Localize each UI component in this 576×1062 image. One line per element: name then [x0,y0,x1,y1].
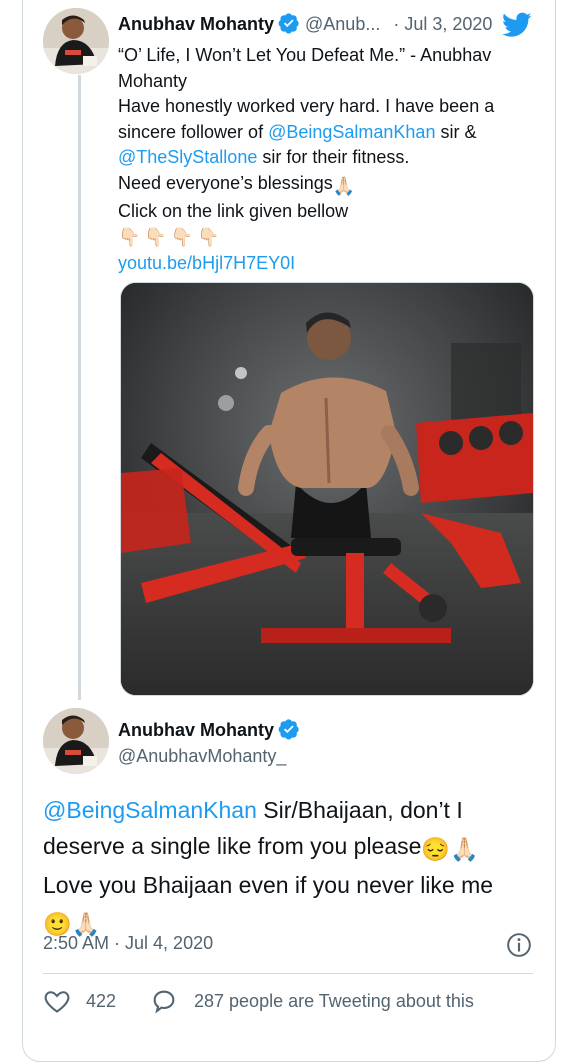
heart-icon[interactable] [43,987,71,1015]
gym-photo [121,283,533,695]
pointing-down-emojis: 👇🏻👇🏻👇🏻👇🏻 [118,226,224,247]
tweet-text-part: Need everyone’s blessings [118,172,333,193]
blessings-line: Need everyone’s blessings🙏🏻 [118,171,528,200]
twitter-bird-icon[interactable] [502,12,532,38]
quote-line: “O’ Life, I Won’t Let You Defeat Me.” - … [118,45,492,91]
tweet-text: Have honestly worked very hard. I have b… [118,94,528,171]
youtube-link[interactable]: youtu.be/bHjl7H7EY0I [118,251,528,277]
tweet-timestamp[interactable]: 2:50 AM · Jul 4, 2020 [43,933,213,954]
author-name[interactable]: Anubhav Mohanty [118,720,274,740]
tweet1-text: “O’ Life, I Won’t Let You Defeat Me.” - … [118,43,528,277]
youtube-link-text[interactable]: youtu.be/bHjl7H7EY0I [118,253,295,273]
tweet-text-line: Love you Bhaijaan even if you never like… [43,872,494,898]
click-line: Click on the link given bellow [118,201,349,221]
author-name[interactable]: Anubhav Mohanty [118,14,274,34]
tweet1-header: Anubhav Mohanty @Anub... · Jul 3, 2020 [118,12,492,35]
tweet-text: @BeingSalmanKhan Sir/Bhaijaan, don’t I d… [43,792,543,867]
author-name-row: Anubhav Mohanty [118,718,300,741]
verified-badge-icon [278,719,299,740]
tweeting-count[interactable]: 287 people are Tweeting about this [194,991,474,1012]
verified-badge-icon [278,13,299,34]
author-handle[interactable]: @AnubhavMohanty_ [118,746,286,767]
info-icon[interactable] [506,932,532,958]
mention-link[interactable]: @BeingSalmanKhan [268,122,435,142]
pensive-face-emoji-icon: 😔🙏🏻 [421,836,479,862]
thread-line [78,75,81,700]
author-handle[interactable]: @Anub... [305,14,380,34]
like-count[interactable]: 422 [86,991,116,1012]
tweet-photo[interactable] [120,282,534,696]
avatar[interactable] [43,708,109,774]
mention-link[interactable]: @TheSlyStallone [118,147,257,167]
tweet-text-part: sir & [435,121,477,142]
divider [43,973,533,974]
folded-hands-emoji-icon: 🙏🏻 [332,175,356,196]
avatar[interactable] [43,8,109,74]
tweet-date[interactable]: · Jul 3, 2020 [393,14,492,34]
reply-icon[interactable] [150,987,178,1015]
mention-link[interactable]: @BeingSalmanKhan [43,797,257,823]
tweet2-text: @BeingSalmanKhan Sir/Bhaijaan, don’t I d… [43,792,543,942]
tweet-text-part: sir for their fitness. [257,147,410,167]
